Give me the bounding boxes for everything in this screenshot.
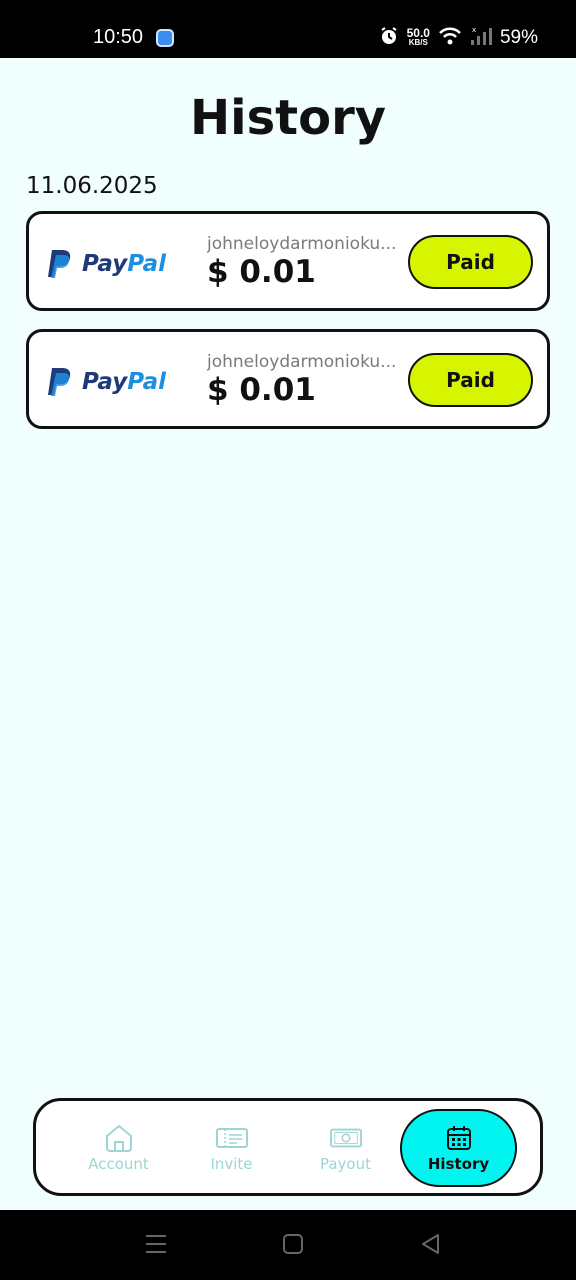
net-speed-value: 50.0 [406,26,430,40]
nav-label: Payout [319,1154,371,1173]
status-indicators: 50.0 KB/S x 59% [379,26,538,50]
paypal-logo: PayPal [46,366,166,398]
recent-apps-button[interactable] [145,1232,167,1260]
nav-tab-payout[interactable]: Payout [287,1109,404,1187]
paypal-logo: PayPal [46,248,166,280]
paypal-wordmark: PayPal [82,251,166,277]
home-icon [103,1124,135,1152]
nav-tab-invite[interactable]: Invite [173,1109,290,1187]
net-speed-unit: KB/S [408,38,428,47]
calendar-icon [443,1124,475,1152]
net-speed: 50.0 KB/S [406,26,430,48]
nav-label: Account [88,1154,149,1173]
status-time: 10:50 [93,26,144,48]
status-bar: 10:50 50.0 KB/S x 59% [0,0,576,58]
history-entry[interactable]: PayPal johneloydarmonioku... $ 0.01 Paid [26,329,550,429]
payout-amount: $ 0.01 [207,372,316,408]
alarm-icon [379,26,399,50]
wifi-icon [438,26,462,50]
history-date: 11.06.2025 [26,173,158,199]
nav-tab-history[interactable]: History [400,1109,517,1187]
page-title: History [189,90,387,146]
paid-status-badge[interactable]: Paid [408,235,533,289]
battery-level: 59% [499,27,538,48]
payout-email: johneloydarmonioku... [207,352,397,372]
signal-icon: x [470,26,492,50]
ticket-icon [215,1124,248,1152]
svg-text:x: x [472,26,476,34]
nav-tab-account[interactable]: Account [60,1109,177,1187]
paypal-icon [48,250,71,278]
history-entry[interactable]: PayPal johneloydarmonioku... $ 0.01 Paid [26,211,550,311]
nav-label: Invite [210,1154,253,1173]
nav-label: History [427,1154,490,1173]
app-screen: History 11.06.2025 PayPal johneloydarmon… [0,58,576,1210]
payout-email: johneloydarmonioku... [207,234,397,254]
app-notification-icon [156,29,174,47]
paid-status-badge[interactable]: Paid [408,353,533,407]
payout-amount: $ 0.01 [207,254,316,290]
money-icon [329,1124,362,1152]
home-button[interactable] [283,1232,303,1260]
paypal-wordmark: PayPal [82,369,166,395]
paypal-icon [48,368,71,396]
bottom-nav: Account Invite Payout History [33,1098,543,1196]
back-button[interactable] [420,1232,440,1260]
system-nav-bar [0,1210,576,1280]
